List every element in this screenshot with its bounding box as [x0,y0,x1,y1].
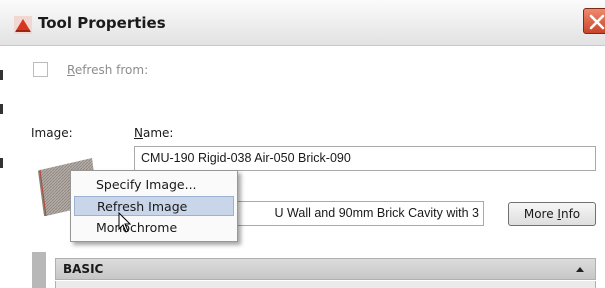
window-title: Tool Properties [38,14,166,32]
image-label: Image: [31,126,73,140]
basic-section-header[interactable]: BASIC [55,258,596,280]
mouse-cursor-icon [118,212,132,233]
name-label: Name: [134,126,174,140]
edge-marker [0,158,3,168]
title-bar: Tool Properties [0,0,605,46]
close-button[interactable] [583,8,605,34]
close-icon [589,14,605,30]
edge-marker [0,70,3,80]
properties-sidebar [32,252,46,288]
property-row [55,281,596,288]
collapse-up-icon[interactable] [576,267,584,272]
menu-item-specify-image[interactable]: Specify Image... [74,175,234,195]
refresh-from-label: Refresh from: [67,63,149,77]
basic-section-label: BASIC [63,262,104,276]
refresh-from-checkbox[interactable] [33,62,48,77]
edge-marker [0,104,3,114]
tool-properties-icon [14,16,32,34]
more-info-button[interactable]: More Info [508,202,596,226]
image-context-menu: Specify Image... Refresh Image Monochrom… [70,170,238,242]
name-field[interactable]: CMU-190 Rigid-038 Air-050 Brick-090 [134,146,596,171]
menu-item-refresh-image[interactable]: Refresh Image [74,196,234,216]
menu-item-monochrome[interactable]: Monochrome [74,218,234,238]
